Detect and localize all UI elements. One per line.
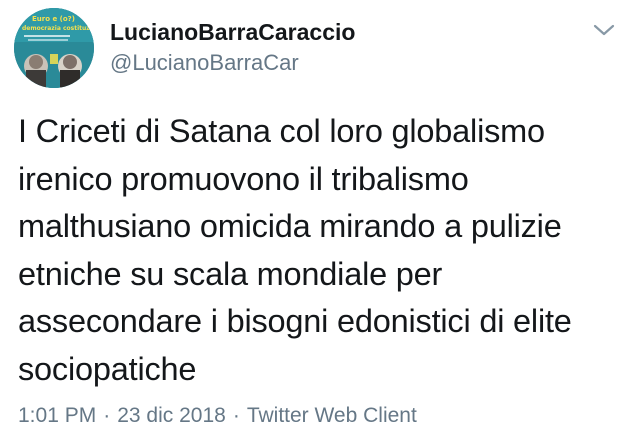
avatar-image-icon: Euro e (o?) democrazia costituzionale xyxy=(14,8,94,88)
tweet-card: Euro e (o?) democrazia costituzionale Lu… xyxy=(0,0,640,440)
chevron-down-icon[interactable] xyxy=(592,20,616,40)
tweet-meta: 1:01 PM · 23 dic 2018 · Twitter Web Client xyxy=(18,403,417,429)
meta-separator: · xyxy=(232,404,240,427)
tweet-text-line: assecondare i bisogni edonistici di elit… xyxy=(18,303,572,339)
display-name[interactable]: LucianoBarraCaraccio xyxy=(110,18,355,46)
avatar-text-line-2: democrazia costituzionale xyxy=(22,25,94,32)
tweet-header: Euro e (o?) democrazia costituzionale Lu… xyxy=(14,8,626,88)
tweet-time[interactable]: 1:01 PM xyxy=(18,404,96,427)
meta-separator: · xyxy=(103,404,111,427)
user-handle[interactable]: @LucianoBarraCar xyxy=(110,48,355,78)
tweet-client-link[interactable]: Twitter Web Client xyxy=(247,404,417,427)
author-names: LucianoBarraCaraccio @LucianoBarraCar xyxy=(110,18,355,78)
tweet-text-line: irenico promuovono il tribalismo xyxy=(18,160,469,197)
avatar[interactable]: Euro e (o?) democrazia costituzionale xyxy=(14,8,94,88)
avatar-text-line-1: Euro e (o?) xyxy=(32,15,75,23)
tweet-text-line: etniche su scala mondiale per xyxy=(18,255,443,292)
tweet-text: I Criceti di Satana col loro globalismo … xyxy=(18,108,628,393)
tweet-text-line: malthusiano omicida mirando a pulizie xyxy=(18,208,562,244)
tweet-text-line: I Criceti di Satana col loro globalismo xyxy=(18,113,545,149)
tweet-text-line: sociopatiche xyxy=(18,350,197,387)
tweet-date[interactable]: 23 dic 2018 xyxy=(117,404,226,427)
